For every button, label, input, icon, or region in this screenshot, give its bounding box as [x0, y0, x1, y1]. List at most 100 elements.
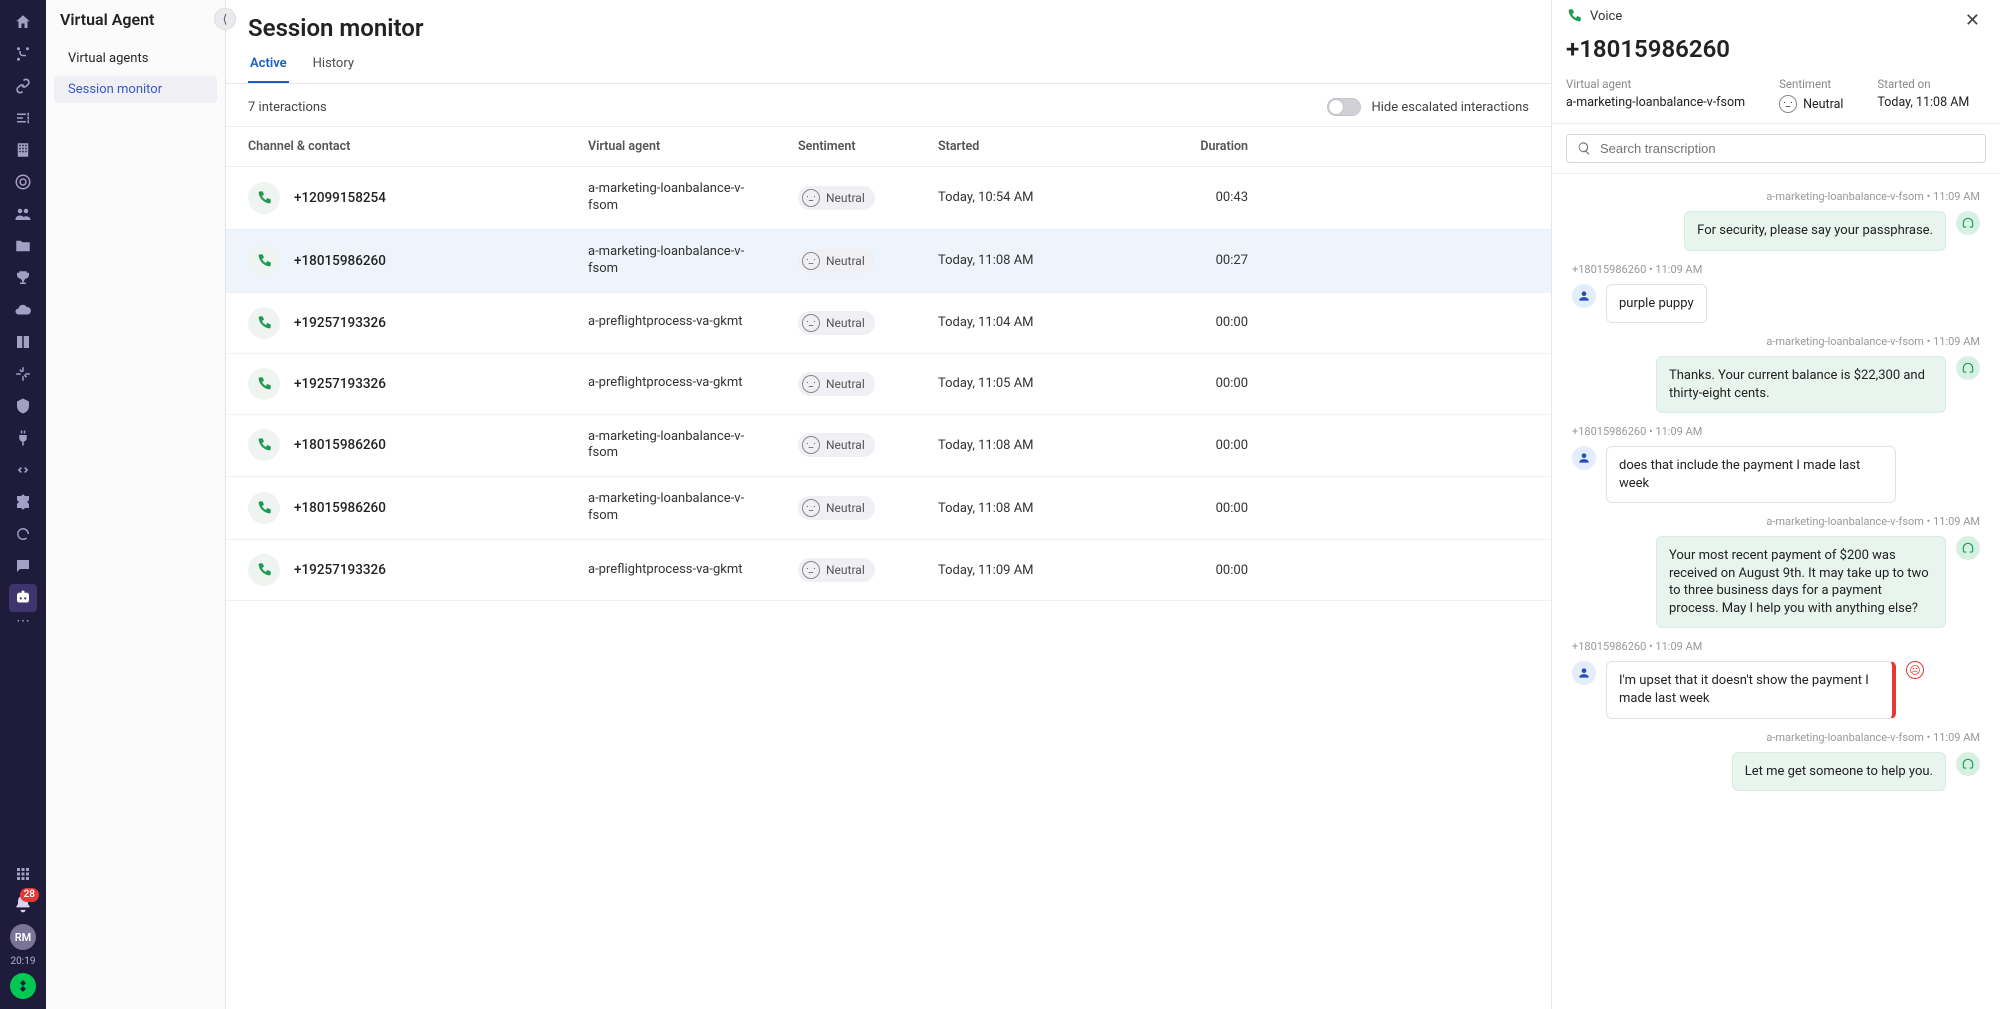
tab-history[interactable]: History: [311, 48, 356, 83]
detail-panel: Voice ✕ +18015986260 Virtual agent a-mar…: [1552, 0, 2000, 1009]
col-started: Started: [938, 139, 1148, 154]
meta-va-value: a-marketing-loanbalance-v-fsom: [1566, 95, 1745, 110]
sentiment-pill: ·_·Neutral: [798, 433, 875, 457]
users-icon[interactable]: [9, 200, 37, 228]
table-row[interactable]: +18015986260a-marketing-loanbalance-v-fs…: [226, 415, 1551, 478]
plug-icon[interactable]: [9, 424, 37, 452]
message-meta: +18015986260 • 11:09 AM: [1572, 640, 1980, 653]
main: Session monitor Active History 7 interac…: [226, 0, 1552, 1009]
transcript-search-input[interactable]: [1600, 141, 1975, 156]
message-meta: a-marketing-loanbalance-v-fsom • 11:09 A…: [1572, 335, 1980, 348]
message-bubble: I'm upset that it doesn't show the payme…: [1606, 661, 1896, 718]
bot-icon[interactable]: [9, 584, 37, 612]
duration-cell: 00:00: [1148, 315, 1268, 330]
meta-started-value: Today, 11:08 AM: [1877, 95, 1969, 110]
settings-icon[interactable]: [9, 104, 37, 132]
duration-cell: 00:00: [1148, 376, 1268, 391]
close-panel-button[interactable]: ✕: [1959, 8, 1986, 33]
neutral-face-icon: ·_·: [802, 189, 820, 207]
building-icon[interactable]: [9, 136, 37, 164]
book-icon[interactable]: [9, 328, 37, 356]
sentiment-pill: ·_·Neutral: [798, 186, 875, 210]
branch-icon[interactable]: [9, 40, 37, 68]
search-icon: [1577, 141, 1592, 156]
sidebar-item-session-monitor[interactable]: Session monitor: [54, 76, 217, 103]
message-bubble: For security, please say your passphrase…: [1684, 211, 1946, 251]
puzzle-icon[interactable]: [9, 488, 37, 516]
avatar[interactable]: RM: [10, 924, 36, 950]
table-row[interactable]: +19257193326a-preflightprocess-va-gkmt·_…: [226, 540, 1551, 601]
time-label: 20:19: [11, 956, 36, 967]
target-icon[interactable]: [9, 168, 37, 196]
started-cell: Today, 11:04 AM: [938, 315, 1148, 330]
tab-active[interactable]: Active: [248, 48, 289, 83]
page-title: Session monitor: [226, 0, 1551, 48]
app-switcher-icon[interactable]: [10, 973, 36, 999]
cloud-icon[interactable]: [9, 296, 37, 324]
code-icon[interactable]: [9, 456, 37, 484]
message-bubble: Let me get someone to help you.: [1732, 752, 1946, 792]
message-row: does that include the payment I made las…: [1572, 446, 1980, 503]
started-cell: Today, 11:09 AM: [938, 563, 1148, 578]
table-row[interactable]: +19257193326a-preflightprocess-va-gkmt·_…: [226, 293, 1551, 354]
contact-number: +18015986260: [294, 500, 386, 516]
neutral-face-icon: ·_·: [802, 375, 820, 393]
trophy-icon[interactable]: [9, 264, 37, 292]
notifications-badge: 28: [20, 888, 39, 902]
icon-rail: ⋯ 28 RM 20:19: [0, 0, 46, 1009]
sentiment-pill: ·_·Neutral: [798, 249, 875, 273]
more-icon[interactable]: ⋯: [16, 616, 30, 626]
duration-cell: 00:27: [1148, 253, 1268, 268]
agent-cell: a-preflightprocess-va-gkmt: [588, 375, 798, 392]
reload-icon[interactable]: [9, 520, 37, 548]
home-icon[interactable]: [9, 8, 37, 36]
message-bubble: purple puppy: [1606, 284, 1707, 324]
table-row[interactable]: +18015986260 a-marketing-loanbalance-v-fs…: [226, 230, 1551, 293]
neutral-face-icon: ·_·: [802, 252, 820, 270]
duration-cell: 00:43: [1148, 190, 1268, 205]
started-cell: Today, 10:54 AM: [938, 190, 1148, 205]
message-bubble: Thanks. Your current balance is $22,300 …: [1656, 356, 1946, 413]
sentiment-pill: ·_·Neutral: [798, 311, 875, 335]
transcript: a-marketing-loanbalance-v-fsom • 11:09 A…: [1552, 174, 2000, 1009]
neutral-face-icon: ·_·: [802, 499, 820, 517]
agent-cell: a-marketing-loanbalance-v-fsom: [588, 181, 798, 215]
sidebar-item-virtual-agents[interactable]: Virtual agents: [54, 45, 217, 72]
duration-cell: 00:00: [1148, 438, 1268, 453]
flow-icon[interactable]: [9, 360, 37, 388]
message-row: purple puppy: [1572, 284, 1980, 324]
apps-icon[interactable]: [9, 860, 37, 888]
message-meta: a-marketing-loanbalance-v-fsom • 11:09 A…: [1572, 515, 1980, 528]
contact-number: +12099158254: [294, 190, 386, 206]
shield-icon[interactable]: [9, 392, 37, 420]
message-meta: a-marketing-loanbalance-v-fsom • 11:09 A…: [1572, 731, 1980, 744]
agent-avatar-icon: [1956, 536, 1980, 560]
started-cell: Today, 11:08 AM: [938, 438, 1148, 453]
meta-started-label: Started on: [1877, 77, 1969, 91]
sentiment-pill: ·_·Neutral: [798, 372, 875, 396]
transcript-search[interactable]: [1566, 134, 1986, 163]
hide-escalated-toggle[interactable]: [1327, 98, 1361, 116]
table-header: Channel & contact Virtual agent Sentimen…: [226, 127, 1551, 167]
message-row: I'm upset that it doesn't show the payme…: [1572, 661, 1980, 718]
message-meta: +18015986260 • 11:09 AM: [1572, 263, 1980, 276]
message-row: For security, please say your passphrase…: [1572, 211, 1980, 251]
contact-number: +18015986260: [294, 253, 386, 269]
agent-cell: a-marketing-loanbalance-v-fsom: [588, 244, 798, 278]
table-row[interactable]: +18015986260a-marketing-loanbalance-v-fs…: [226, 477, 1551, 540]
voice-icon: [248, 245, 280, 277]
agent-avatar-icon: [1956, 752, 1980, 776]
message-meta: +18015986260 • 11:09 AM: [1572, 425, 1980, 438]
table-row[interactable]: +19257193326 a-preflightprocess-va-gkmt·_…: [226, 354, 1551, 415]
col-agent: Virtual agent: [588, 139, 798, 154]
agent-cell: a-preflightprocess-va-gkmt: [588, 314, 798, 331]
table-row[interactable]: +12099158254 a-marketing-loanbalance-v-fs…: [226, 167, 1551, 230]
contact-number: +19257193326: [294, 376, 386, 392]
collapse-sidebar-button[interactable]: ⟨: [214, 8, 236, 30]
chat-icon[interactable]: [9, 552, 37, 580]
notifications-button[interactable]: 28: [13, 894, 33, 918]
message-meta: a-marketing-loanbalance-v-fsom • 11:09 A…: [1572, 190, 1980, 203]
link-icon[interactable]: [9, 72, 37, 100]
voice-icon: [248, 307, 280, 339]
folder-icon[interactable]: [9, 232, 37, 260]
